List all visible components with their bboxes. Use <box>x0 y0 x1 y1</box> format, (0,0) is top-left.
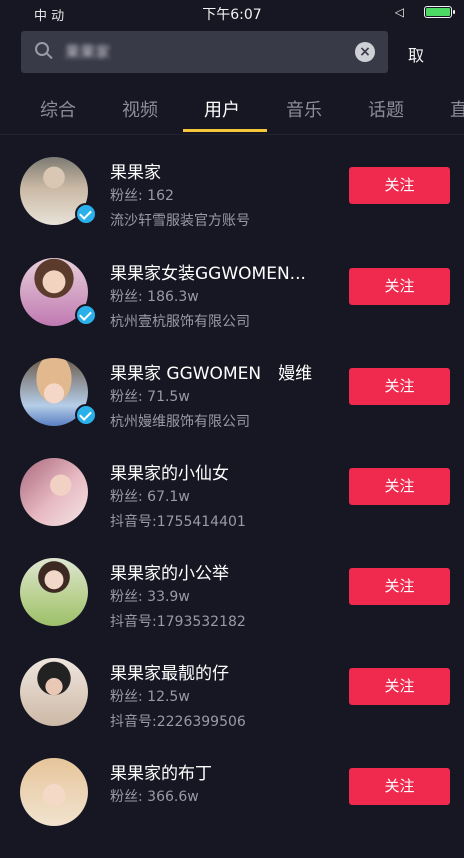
user-subtitle: 抖音号:1755414401 <box>110 514 246 530</box>
clear-search-icon[interactable]: × <box>355 42 375 62</box>
tabs-divider <box>0 134 464 135</box>
user-fans: 粉丝: 67.1w <box>110 489 190 505</box>
search-input[interactable]: 果果家 <box>65 41 110 62</box>
user-name: 果果家的布丁 <box>110 764 212 784</box>
active-tab-indicator <box>183 129 267 132</box>
user-fans: 粉丝: 71.5w <box>110 389 190 405</box>
user-row[interactable]: 果果家 粉丝: 162 流沙轩雪服装官方账号 关注 <box>0 157 464 257</box>
tab-music[interactable]: 音乐 <box>286 96 322 122</box>
follow-button[interactable]: 关注 <box>349 668 450 705</box>
location-icon: ◁ <box>394 5 404 19</box>
user-fans: 粉丝: 366.6w <box>110 789 199 805</box>
user-name: 果果家 GGWOMEN 嫚维 <box>110 364 313 384</box>
avatar[interactable] <box>20 758 88 826</box>
user-subtitle: 杭州嫚维服饰有限公司 <box>110 414 250 430</box>
user-row[interactable]: 果果家的布丁 粉丝: 366.6w 关注 <box>0 758 464 858</box>
user-name: 果果家最靓的仔 <box>110 664 229 684</box>
status-bar: 中 动 下午6:07 ◁ <box>0 0 464 26</box>
user-row[interactable]: 果果家 GGWOMEN 嫚维 粉丝: 71.5w 杭州嫚维服饰有限公司 关注 <box>0 358 464 458</box>
user-row[interactable]: 果果家的小仙女 粉丝: 67.1w 抖音号:1755414401 关注 <box>0 458 464 558</box>
user-name: 果果家女装GGWOMEN... <box>110 264 306 284</box>
user-subtitle: 流沙轩雪服装官方账号 <box>110 213 250 229</box>
user-name: 果果家的小公举 <box>110 564 229 584</box>
user-row[interactable]: 果果家女装GGWOMEN... 粉丝: 186.3w 杭州壹杭服饰有限公司 关注 <box>0 258 464 358</box>
verified-badge-icon <box>75 404 97 426</box>
tab-comprehensive[interactable]: 综合 <box>40 96 76 122</box>
search-tabs: 综合 视频 用户 音乐 话题 直 <box>0 88 464 134</box>
follow-button[interactable]: 关注 <box>349 368 450 405</box>
follow-button[interactable]: 关注 <box>349 167 450 204</box>
user-name: 果果家 <box>110 163 161 183</box>
verified-badge-icon <box>75 203 97 225</box>
tab-users[interactable]: 用户 <box>204 96 240 122</box>
tab-videos[interactable]: 视频 <box>122 96 158 122</box>
user-fans: 粉丝: 186.3w <box>110 289 199 305</box>
avatar[interactable] <box>20 558 88 626</box>
user-subtitle: 抖音号:2226399506 <box>110 714 246 730</box>
search-icon <box>35 42 49 56</box>
follow-button[interactable]: 关注 <box>349 268 450 305</box>
tab-topics[interactable]: 话题 <box>368 96 404 122</box>
user-fans: 粉丝: 162 <box>110 188 174 204</box>
user-subtitle: 抖音号:1793532182 <box>110 614 246 630</box>
verified-badge-icon <box>75 304 97 326</box>
tab-live[interactable]: 直 <box>450 96 464 122</box>
cancel-button[interactable]: 取 <box>408 42 424 66</box>
search-bar[interactable]: 果果家 × <box>21 31 388 73</box>
avatar[interactable] <box>20 458 88 526</box>
follow-button[interactable]: 关注 <box>349 768 450 805</box>
user-row[interactable]: 果果家的小公举 粉丝: 33.9w 抖音号:1793532182 关注 <box>0 558 464 658</box>
user-fans: 粉丝: 33.9w <box>110 589 190 605</box>
battery-icon <box>424 6 455 18</box>
user-name: 果果家的小仙女 <box>110 464 229 484</box>
user-row[interactable]: 果果家最靓的仔 粉丝: 12.5w 抖音号:2226399506 关注 <box>0 658 464 758</box>
follow-button[interactable]: 关注 <box>349 468 450 505</box>
user-fans: 粉丝: 12.5w <box>110 689 190 705</box>
follow-button[interactable]: 关注 <box>349 568 450 605</box>
avatar[interactable] <box>20 658 88 726</box>
user-subtitle: 杭州壹杭服饰有限公司 <box>110 314 250 330</box>
